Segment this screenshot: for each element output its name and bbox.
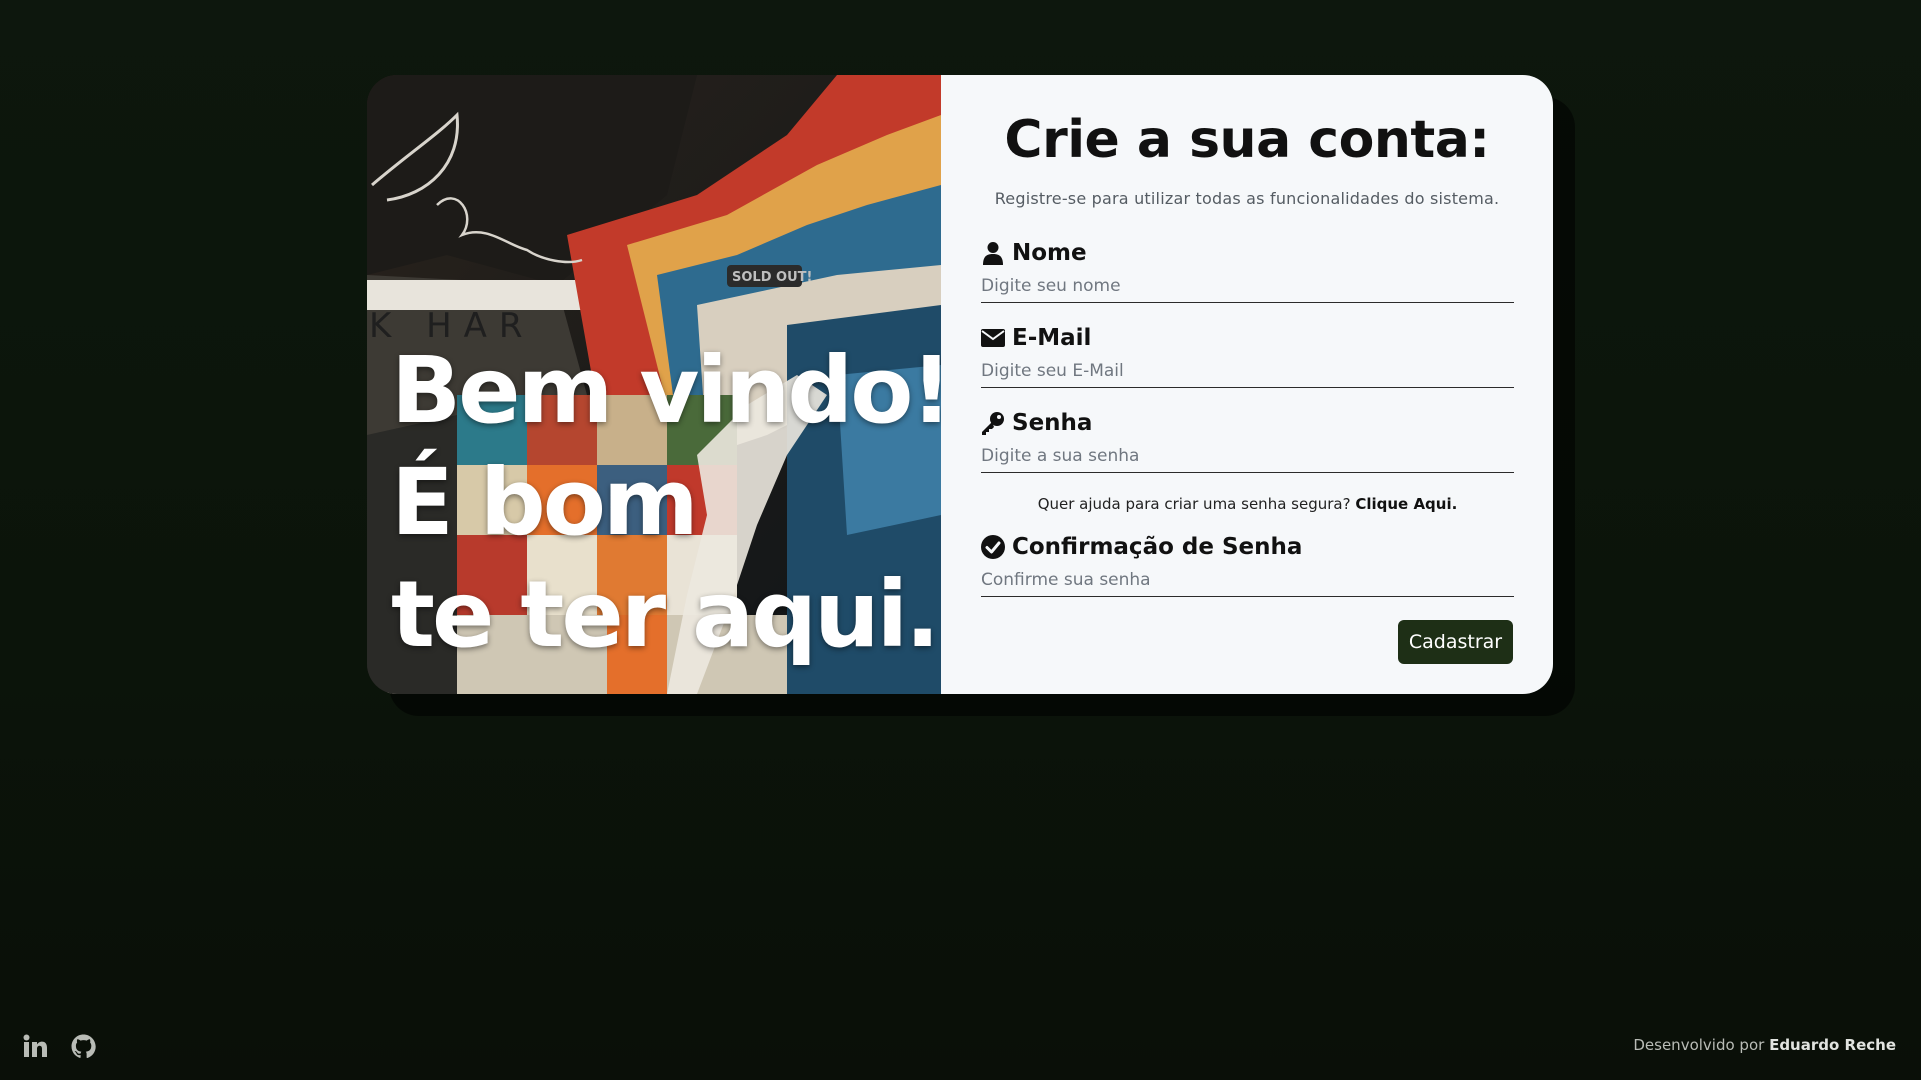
email-field-group: E-Mail	[981, 323, 1514, 388]
signup-form-panel: Crie a sua conta: Registre-se para utili…	[941, 75, 1553, 694]
welcome-heading: Bem vindo! É bom te ter aqui.	[391, 335, 941, 671]
form-title: Crie a sua conta:	[1004, 110, 1490, 170]
password-field-group: Senha	[981, 408, 1514, 473]
password-label-text: Senha	[1012, 410, 1093, 436]
name-input[interactable]	[981, 272, 1514, 303]
password-input[interactable]	[981, 442, 1514, 473]
social-links	[22, 1033, 96, 1059]
register-button[interactable]: Cadastrar	[1398, 620, 1513, 664]
check-circle-icon	[981, 535, 1005, 559]
confirm-password-input[interactable]	[981, 566, 1514, 597]
confirm-password-label-text: Confirmação de Senha	[1012, 534, 1303, 560]
user-icon	[981, 241, 1005, 265]
welcome-line-3: te ter aqui.	[391, 561, 940, 668]
confirm-password-field-group: Confirmação de Senha	[981, 532, 1514, 597]
email-label-text: E-Mail	[1012, 325, 1092, 351]
password-help: Quer ajuda para criar uma senha segura? …	[981, 495, 1514, 513]
envelope-icon	[981, 326, 1005, 350]
confirm-password-label: Confirmação de Senha	[981, 532, 1514, 562]
hero-panel: SOLD OUT! K HAR Bem vindo! É bom te ter …	[367, 75, 941, 694]
password-help-text: Quer ajuda para criar uma senha segura?	[1037, 495, 1351, 513]
form-subtitle: Registre-se para utilizar todas as funci…	[994, 189, 1500, 208]
key-icon	[981, 411, 1005, 435]
email-input[interactable]	[981, 357, 1514, 388]
welcome-line-1: Bem vindo!	[391, 337, 941, 444]
linkedin-icon[interactable]	[22, 1033, 48, 1059]
password-label: Senha	[981, 408, 1514, 438]
name-field-group: Nome	[981, 238, 1514, 303]
name-label: Nome	[981, 238, 1514, 268]
developer-credit: Desenvolvido por Eduardo Reche	[1633, 1036, 1896, 1054]
name-label-text: Nome	[1012, 240, 1087, 266]
email-label: E-Mail	[981, 323, 1514, 353]
credit-prefix: Desenvolvido por	[1633, 1036, 1765, 1054]
welcome-line-2: É bom	[391, 449, 699, 556]
signup-card: SOLD OUT! K HAR Bem vindo! É bom te ter …	[367, 75, 1553, 694]
credit-author: Eduardo Reche	[1769, 1036, 1896, 1054]
svg-text:SOLD OUT!: SOLD OUT!	[732, 270, 812, 285]
password-help-link[interactable]: Clique Aqui.	[1355, 495, 1457, 513]
github-icon[interactable]	[70, 1033, 96, 1059]
